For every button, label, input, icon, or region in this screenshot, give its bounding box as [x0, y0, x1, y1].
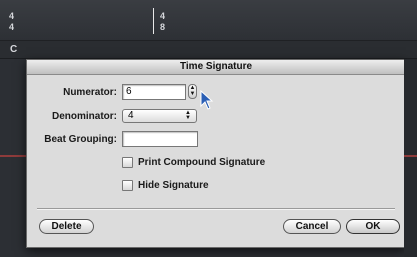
- delete-button[interactable]: Delete: [39, 219, 94, 234]
- time-signature-dialog: Time Signature Numerator: 6 ▲ ▼ Denominat…: [26, 59, 406, 248]
- numerator-label: Numerator:: [63, 87, 117, 98]
- time-signature-denominator-left: 4: [9, 22, 15, 32]
- mouse-pointer-icon: [200, 90, 214, 110]
- hide-signature-checkbox[interactable]: [122, 180, 133, 191]
- numerator-stepper-icon[interactable]: ▲ ▼: [188, 84, 197, 99]
- button-separator: [37, 208, 395, 210]
- right-edge-panel: [404, 59, 417, 257]
- denominator-label: Denominator:: [52, 111, 117, 122]
- time-signature-denominator-right: 8: [160, 22, 166, 32]
- beat-grouping-field[interactable]: [122, 131, 198, 147]
- cancel-button[interactable]: Cancel: [283, 219, 341, 234]
- time-signature-numerator-right: 4: [160, 11, 166, 21]
- playhead-line[interactable]: [153, 8, 154, 34]
- denominator-value: 4: [128, 110, 134, 121]
- clef-label: C: [10, 44, 18, 55]
- beat-grouping-label: Beat Grouping:: [44, 134, 117, 145]
- region-line-right-top: [404, 155, 417, 157]
- ok-button[interactable]: OK: [346, 219, 400, 234]
- print-compound-checkbox[interactable]: [122, 157, 133, 168]
- hide-signature-label[interactable]: Hide Signature: [138, 180, 209, 191]
- clef-row: [0, 41, 417, 59]
- denominator-popup[interactable]: 4 ▲ ▼: [122, 109, 197, 123]
- numerator-field[interactable]: 6: [122, 84, 186, 100]
- region-line-left: [0, 155, 26, 157]
- score-header: [0, 0, 417, 41]
- dialog-title: Time Signature: [27, 60, 405, 75]
- popup-arrows-icon: ▲ ▼: [185, 110, 191, 121]
- time-signature-numerator-left: 4: [9, 11, 15, 21]
- print-compound-label[interactable]: Print Compound Signature: [138, 157, 265, 168]
